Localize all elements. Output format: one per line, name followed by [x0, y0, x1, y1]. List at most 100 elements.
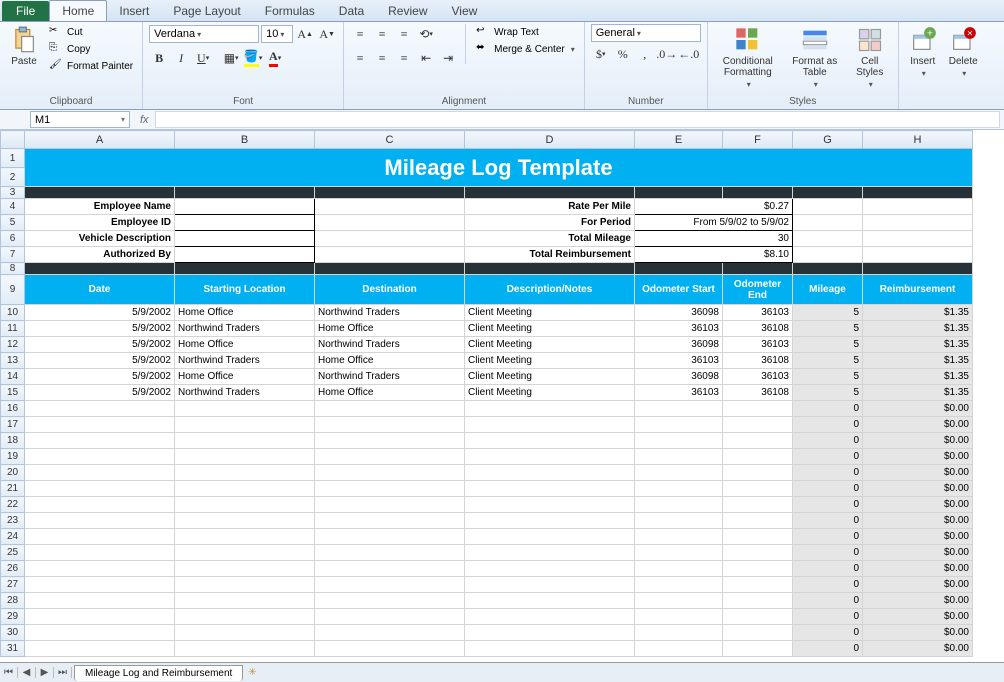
cell[interactable]	[175, 497, 315, 513]
cell[interactable]	[723, 497, 793, 513]
start-cell[interactable]: Northwind Traders	[175, 353, 315, 369]
info-label[interactable]: Total Mileage	[465, 231, 635, 247]
mileage-cell[interactable]: 0	[793, 625, 863, 641]
mileage-cell[interactable]: 0	[793, 513, 863, 529]
cell[interactable]	[465, 561, 635, 577]
cell[interactable]	[635, 481, 723, 497]
cell[interactable]	[315, 215, 465, 231]
odo-start-cell[interactable]: 36103	[635, 321, 723, 337]
fill-color-button[interactable]: 🪣▾	[243, 48, 263, 68]
mileage-cell[interactable]: 5	[793, 337, 863, 353]
cell[interactable]	[315, 417, 465, 433]
cell[interactable]	[25, 561, 175, 577]
cell[interactable]	[315, 433, 465, 449]
mileage-cell[interactable]: 0	[793, 465, 863, 481]
align-middle-button[interactable]: ≡	[372, 24, 392, 44]
row-header-14[interactable]: 14	[1, 369, 25, 385]
col-header-B[interactable]: B	[175, 131, 315, 149]
odo-start-cell[interactable]: 36098	[635, 337, 723, 353]
tab-review[interactable]: Review	[376, 1, 439, 21]
title-cell[interactable]: Mileage Log Template	[25, 149, 973, 187]
cell[interactable]	[25, 545, 175, 561]
cell[interactable]	[635, 465, 723, 481]
cell[interactable]	[465, 401, 635, 417]
row-header-27[interactable]: 27	[1, 577, 25, 593]
currency-button[interactable]: $▾	[591, 44, 611, 64]
cell[interactable]	[723, 641, 793, 657]
cell[interactable]	[635, 625, 723, 641]
reimb-cell[interactable]: $0.00	[863, 449, 973, 465]
col-header-F[interactable]: F	[723, 131, 793, 149]
cell[interactable]	[25, 529, 175, 545]
row-header-25[interactable]: 25	[1, 545, 25, 561]
odo-start-cell[interactable]: 36103	[635, 353, 723, 369]
cell[interactable]	[25, 497, 175, 513]
row-header-2[interactable]: 2	[1, 168, 25, 187]
reimb-cell[interactable]: $1.35	[863, 321, 973, 337]
mileage-cell[interactable]: 0	[793, 529, 863, 545]
cell[interactable]	[25, 433, 175, 449]
row-header-24[interactable]: 24	[1, 529, 25, 545]
reimb-cell[interactable]: $0.00	[863, 417, 973, 433]
row-header-5[interactable]: 5	[1, 215, 25, 231]
cell[interactable]	[175, 641, 315, 657]
increase-indent-button[interactable]: ⇥	[438, 48, 458, 68]
info-label[interactable]: Vehicle Description	[25, 231, 175, 247]
info-label[interactable]: Employee ID	[25, 215, 175, 231]
cell[interactable]	[793, 263, 863, 275]
table-header[interactable]: Odometer End	[723, 275, 793, 305]
cell[interactable]	[723, 433, 793, 449]
cell[interactable]	[723, 545, 793, 561]
info-label[interactable]: Rate Per Mile	[465, 199, 635, 215]
mileage-cell[interactable]: 5	[793, 305, 863, 321]
reimb-cell[interactable]: $1.35	[863, 305, 973, 321]
cell[interactable]	[315, 625, 465, 641]
cell[interactable]	[315, 641, 465, 657]
mileage-cell[interactable]: 0	[793, 401, 863, 417]
cell[interactable]	[175, 561, 315, 577]
cell[interactable]	[175, 609, 315, 625]
cell[interactable]	[723, 577, 793, 593]
mileage-cell[interactable]: 0	[793, 481, 863, 497]
row-header-8[interactable]: 8	[1, 263, 25, 275]
reimb-cell[interactable]: $0.00	[863, 641, 973, 657]
table-header[interactable]: Reimbursement	[863, 275, 973, 305]
cell[interactable]	[465, 577, 635, 593]
cell[interactable]	[315, 577, 465, 593]
cell[interactable]	[635, 593, 723, 609]
cell[interactable]	[175, 263, 315, 275]
cell[interactable]	[863, 187, 973, 199]
cell-styles-button[interactable]: Cell Styles	[848, 24, 892, 91]
cell[interactable]	[25, 449, 175, 465]
dest-cell[interactable]: Home Office	[315, 321, 465, 337]
reimb-cell[interactable]: $0.00	[863, 609, 973, 625]
col-header-H[interactable]: H	[863, 131, 973, 149]
mileage-cell[interactable]: 0	[793, 577, 863, 593]
cell[interactable]	[635, 449, 723, 465]
cell[interactable]	[863, 215, 973, 231]
cell[interactable]	[863, 247, 973, 263]
cell[interactable]	[465, 497, 635, 513]
cell[interactable]	[25, 417, 175, 433]
cell[interactable]	[315, 465, 465, 481]
date-cell[interactable]: 5/9/2002	[25, 321, 175, 337]
reimb-cell[interactable]: $0.00	[863, 529, 973, 545]
cell[interactable]	[635, 401, 723, 417]
cell[interactable]	[723, 263, 793, 275]
date-cell[interactable]: 5/9/2002	[25, 305, 175, 321]
cell[interactable]	[793, 247, 863, 263]
row-header-18[interactable]: 18	[1, 433, 25, 449]
mileage-cell[interactable]: 5	[793, 369, 863, 385]
grow-font-button[interactable]: A▲	[295, 24, 315, 44]
info-input[interactable]	[175, 215, 315, 231]
row-header-1[interactable]: 1	[1, 149, 25, 168]
row-header-12[interactable]: 12	[1, 337, 25, 353]
row-header-17[interactable]: 17	[1, 417, 25, 433]
col-header-A[interactable]: A	[25, 131, 175, 149]
cell[interactable]	[25, 609, 175, 625]
date-cell[interactable]: 5/9/2002	[25, 369, 175, 385]
reimb-cell[interactable]: $0.00	[863, 401, 973, 417]
cell[interactable]	[175, 577, 315, 593]
font-color-button[interactable]: A▾	[265, 48, 285, 68]
cut-button[interactable]: ✂Cut	[46, 24, 136, 40]
